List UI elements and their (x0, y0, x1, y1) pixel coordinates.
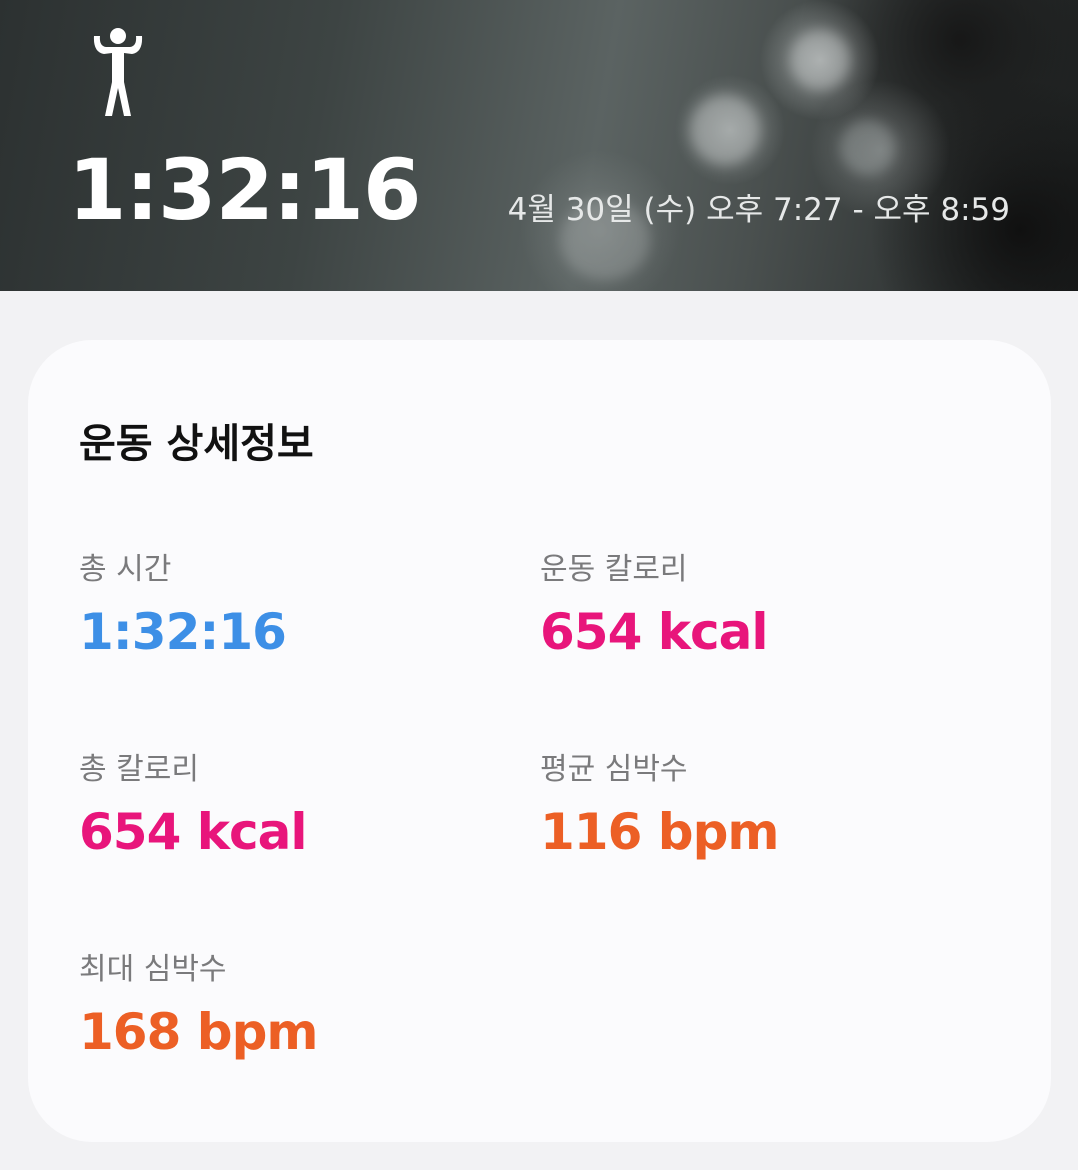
stat-label: 평균 심박수 (540, 752, 688, 787)
workout-person-icon (93, 28, 143, 116)
stat-label: 운동 칼로리 (540, 552, 688, 587)
stat-label: 총 시간 (79, 552, 172, 587)
background-bokeh (840, 120, 895, 175)
stat-value: 168 bpm (79, 1003, 318, 1061)
stat-label: 총 칼로리 (79, 752, 199, 787)
background-bokeh (790, 30, 850, 90)
stat-value: 654 kcal (79, 803, 308, 861)
stat-label: 최대 심박수 (79, 952, 227, 987)
stat-value: 116 bpm (540, 803, 779, 861)
stat-value: 654 kcal (540, 603, 769, 661)
stat-avg-heart-rate: 평균 심박수 116 bpm (540, 750, 779, 864)
background-bokeh (690, 95, 760, 165)
stat-total-calories: 총 칼로리 654 kcal (79, 750, 308, 864)
stat-value: 1:32:16 (79, 603, 287, 661)
workout-duration: 1:32:16 (68, 141, 421, 239)
workout-header: 1:32:16 4월 30일 (수) 오후 7:27 - 오후 8:59 (0, 0, 1078, 291)
workout-time-range: 4월 30일 (수) 오후 7:27 - 오후 8:59 (507, 192, 1010, 228)
details-title: 운동 상세정보 (79, 421, 314, 467)
stat-max-heart-rate: 최대 심박수 168 bpm (79, 950, 318, 1064)
workout-details-card: 운동 상세정보 총 시간 1:32:16 운동 칼로리 654 kcal 총 칼… (28, 340, 1051, 1142)
stat-total-time: 총 시간 1:32:16 (79, 550, 287, 664)
stat-workout-calories: 운동 칼로리 654 kcal (540, 550, 769, 664)
